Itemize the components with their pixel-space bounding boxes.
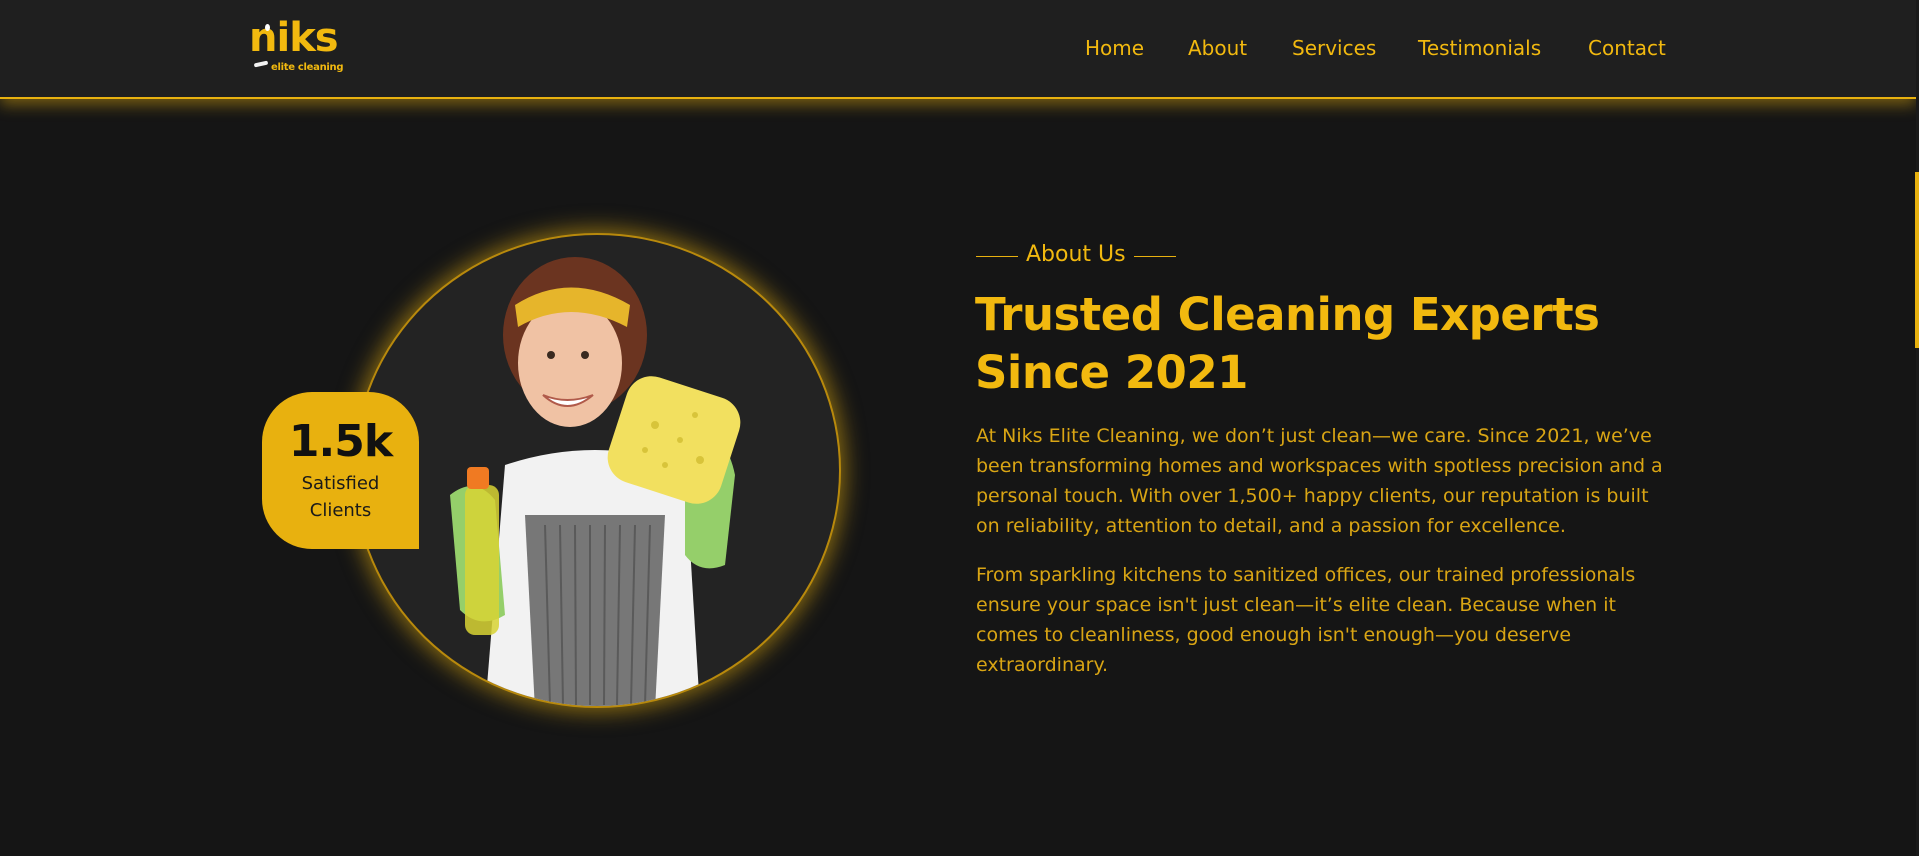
about-paragraph-2: From sparkling kitchens to sanitized off…: [976, 564, 1636, 676]
logo-wordmark: niks: [249, 15, 339, 61]
eyebrow-text: About Us: [1026, 242, 1126, 267]
scrollbar-thumb[interactable]: [1915, 172, 1919, 348]
logo-tagline: elite cleaning: [271, 62, 344, 73]
clients-label: Satisfied Clients: [301, 473, 380, 521]
clients-count: 1.5k: [288, 416, 393, 467]
about-paragraph-1: At Niks Elite Cleaning, we don’t just cl…: [976, 425, 1663, 537]
logo-drop-icon: [265, 24, 270, 31]
logo-mop-icon: [253, 60, 269, 68]
brand-logo[interactable]: niks elite cleaning: [249, 18, 347, 78]
nav-services[interactable]: Services: [1292, 36, 1376, 60]
nav-about[interactable]: About: [1188, 36, 1247, 60]
nav-testimonials[interactable]: Testimonials: [1418, 36, 1541, 60]
eyebrow-line-right: [1134, 256, 1176, 257]
section-heading: Trusted Cleaning Experts Since 2021: [975, 288, 1600, 399]
satisfied-clients-badge: 1.5k Satisfied Clients: [262, 392, 419, 549]
site-header: niks elite cleaning Home About Services …: [0, 0, 1916, 99]
hero-image-frame: [353, 233, 841, 708]
cleaner-photo: [450, 257, 741, 706]
nav-contact[interactable]: Contact: [1588, 36, 1666, 60]
section-eyebrow: About Us: [976, 242, 1276, 272]
nav-home[interactable]: Home: [1085, 36, 1144, 60]
eyebrow-line-left: [976, 256, 1018, 257]
